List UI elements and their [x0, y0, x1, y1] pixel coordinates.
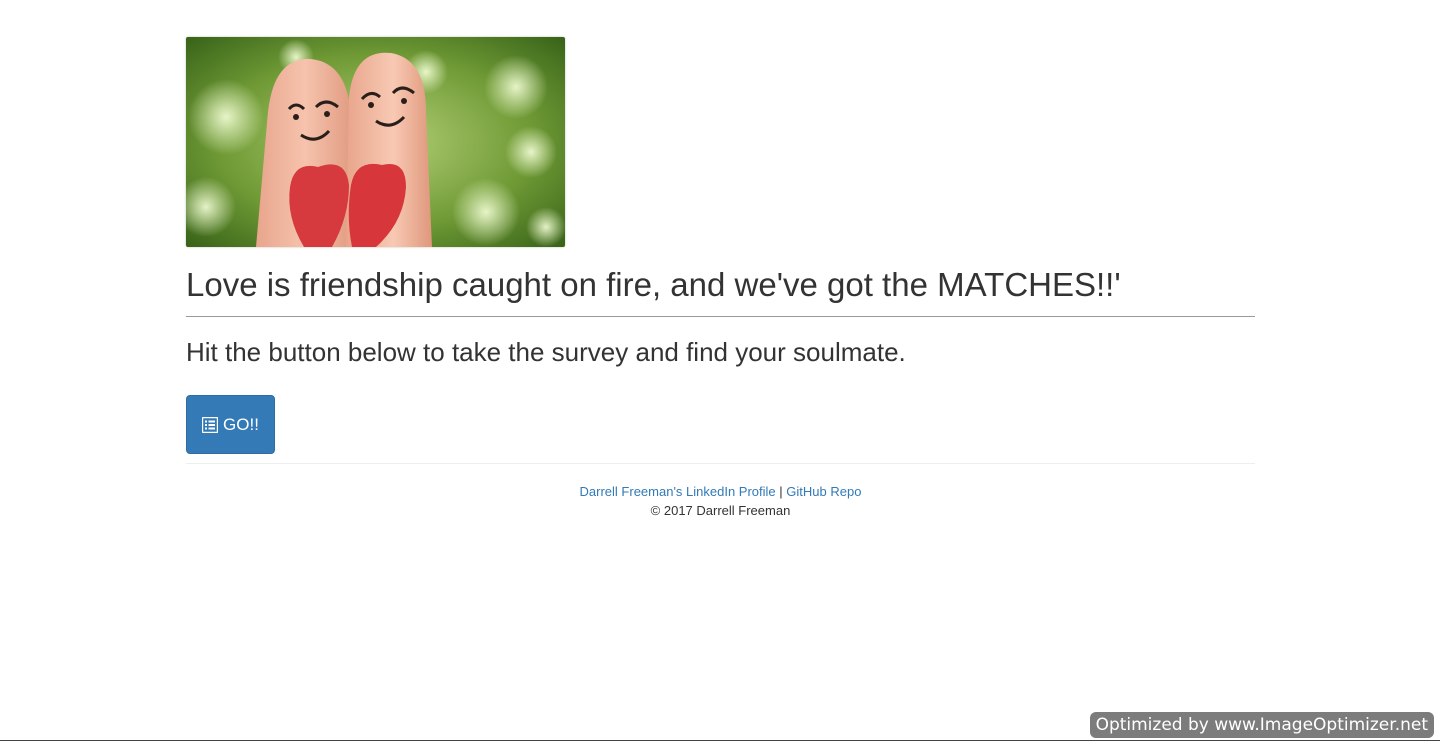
- couple-fingers-photo: [186, 37, 565, 247]
- go-button-label: GO!!: [223, 414, 259, 434]
- github-repo-link[interactable]: GitHub Repo: [786, 484, 861, 499]
- page: Love is friendship caught on fire, and w…: [0, 0, 1440, 741]
- optimizer-watermark: Optimized by www.ImageOptimizer.net: [1089, 712, 1434, 738]
- go-survey-button[interactable]: GO!!: [186, 395, 275, 454]
- page-subline: Hit the button below to take the survey …: [186, 337, 906, 367]
- copyright-text: © 2017 Darrell Freeman: [650, 503, 791, 518]
- headline-divider: [186, 316, 1255, 317]
- footer-links: Darrell Freeman's LinkedIn Profile | Git…: [186, 482, 1255, 501]
- footer-divider: [186, 463, 1255, 464]
- linkedin-profile-link[interactable]: Darrell Freeman's LinkedIn Profile: [580, 484, 776, 499]
- page-headline: Love is friendship caught on fire, and w…: [186, 266, 1121, 303]
- hero-image: [186, 37, 565, 247]
- list-alt-icon: [202, 416, 219, 433]
- footer-separator: |: [779, 484, 783, 499]
- footer: Darrell Freeman's LinkedIn Profile | Git…: [186, 482, 1255, 520]
